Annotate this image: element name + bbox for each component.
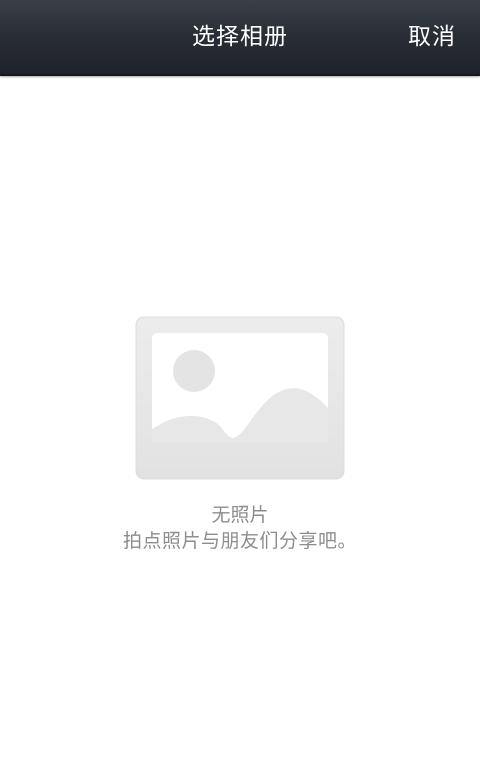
title-bar: 选择相册 取消 — [0, 0, 480, 76]
cancel-button[interactable]: 取消 — [384, 0, 480, 74]
select-album-screen: 选择相册 取消 无照片 拍点照片与朋友们分享吧。 — [0, 0, 480, 762]
empty-state: 无照片 拍点照片与朋友们分享吧。 — [0, 316, 480, 554]
empty-title: 无照片 — [211, 504, 269, 526]
image-placeholder-icon — [135, 316, 345, 480]
empty-subtitle: 拍点照片与朋友们分享吧。 — [122, 530, 357, 552]
